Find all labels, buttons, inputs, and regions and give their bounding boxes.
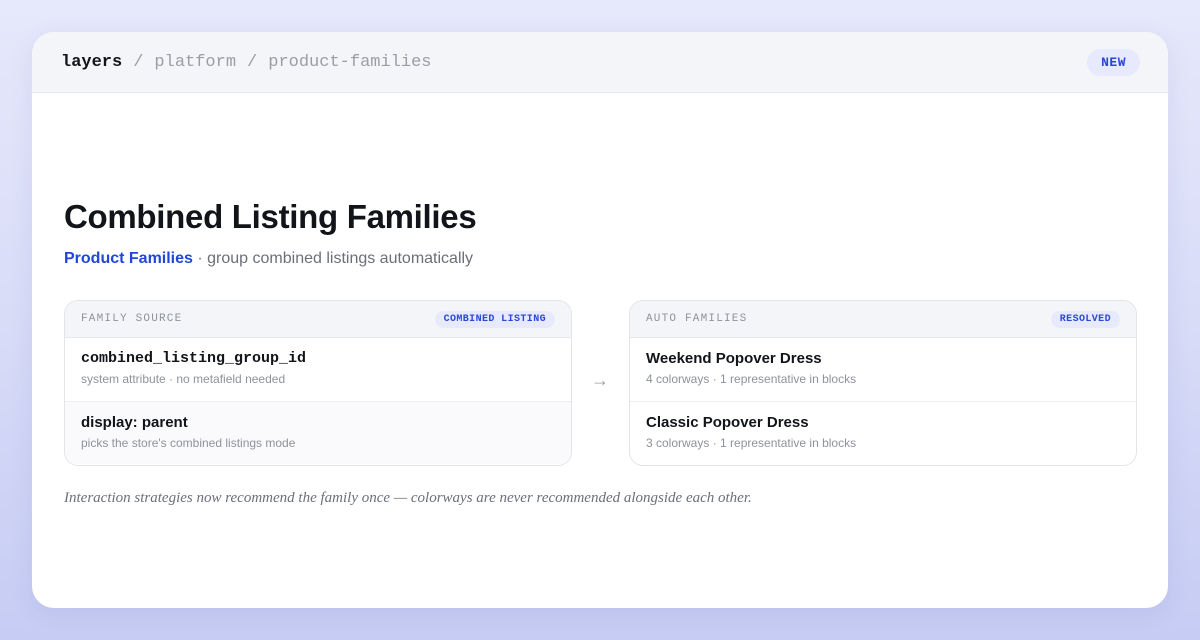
footnote: Interaction strategies now recommend the…	[64, 490, 752, 506]
combined-listing-chip: COMBINED LISTING	[434, 310, 555, 328]
list-item: combined_listing_group_id system attribu…	[65, 338, 571, 401]
panels-row: FAMILY SOURCE COMBINED LISTING combined_…	[64, 300, 1137, 466]
list-item-title: Classic Popover Dress	[646, 414, 809, 431]
page-title: Combined Listing Families	[64, 198, 477, 235]
content-area: Combined Listing Families Product Famili…	[64, 198, 1137, 507]
breadcrumb-separator: /	[133, 52, 144, 72]
list-item: Weekend Popover Dress 4 colorways · 1 re…	[630, 338, 1136, 401]
subtitle-brand: Product Families	[64, 250, 193, 267]
panel-header: FAMILY SOURCE COMBINED LISTING	[65, 301, 571, 338]
list-item-title: Weekend Popover Dress	[646, 350, 822, 367]
list-item-subtitle: system attribute · no metafield needed	[81, 372, 286, 386]
panel-label: AUTO FAMILIES	[646, 313, 748, 325]
list-item-subtitle: picks the store's combined listings mode	[81, 436, 296, 450]
main-card: layers / platform / product-families NEW…	[32, 32, 1168, 608]
new-badge: NEW	[1087, 48, 1140, 76]
subtitle-text: · group combined listings automatically	[192, 250, 474, 267]
breadcrumb: layers / platform / product-families	[61, 53, 431, 72]
list-item-title: combined_listing_group_id	[81, 350, 307, 367]
list-item: display: parent picks the store's combin…	[65, 401, 571, 464]
panel-label: FAMILY SOURCE	[81, 313, 183, 325]
auto-families-panel: AUTO FAMILIES RESOLVED Weekend Popover D…	[629, 300, 1137, 466]
panel-header: AUTO FAMILIES RESOLVED	[630, 301, 1136, 338]
breadcrumb-root-layers[interactable]: layers	[61, 53, 122, 72]
top-bar: layers / platform / product-families NEW	[32, 32, 1168, 93]
resolved-chip: RESOLVED	[1050, 310, 1120, 328]
family-source-panel: FAMILY SOURCE COMBINED LISTING combined_…	[64, 300, 572, 466]
list-item-subtitle: 4 colorways · 1 representative in blocks	[646, 372, 857, 386]
page-subtitle: Product Families · group combined listin…	[64, 250, 1136, 268]
list-item-subtitle: 3 colorways · 1 representative in blocks	[646, 436, 857, 450]
arrow-right-icon: →	[591, 370, 609, 390]
breadcrumb-item-platform[interactable]: platform	[154, 53, 236, 72]
list-item-title: display: parent	[81, 414, 188, 431]
list-item: Classic Popover Dress 3 colorways · 1 re…	[630, 401, 1136, 464]
breadcrumb-separator: /	[247, 52, 258, 72]
breadcrumb-item-product-families: product-families	[268, 52, 432, 72]
